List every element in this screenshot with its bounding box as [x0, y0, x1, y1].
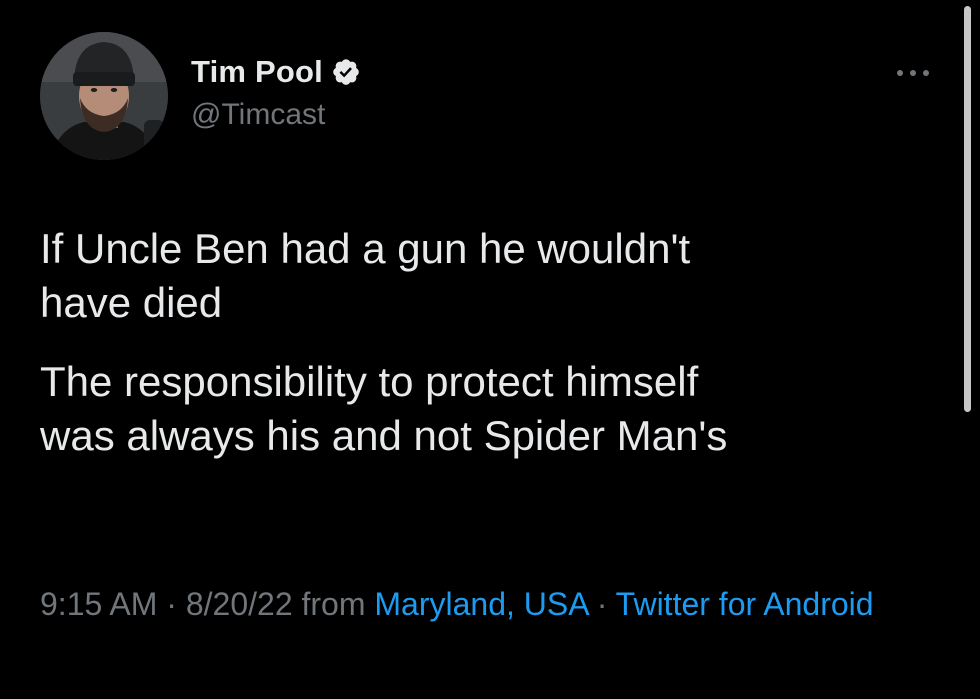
tweet-text: If Uncle Ben had a gun he wouldn't have …: [40, 222, 920, 488]
author-handle[interactable]: @Timcast: [191, 98, 325, 132]
tweet-date[interactable]: 8/20/22: [186, 586, 293, 622]
tweet-paragraph-2: The responsibility to protect himself wa…: [40, 358, 728, 459]
tweet-time[interactable]: 9:15 AM: [40, 586, 157, 622]
meta-from-text: from: [292, 586, 375, 622]
tweet: Tim Pool @Timcast If Uncle Ben had a gun…: [0, 0, 980, 699]
avatar-image: [40, 32, 168, 160]
verified-badge-icon: [331, 57, 361, 87]
more-horizontal-icon[interactable]: [888, 58, 938, 88]
tweet-location-link[interactable]: Maryland, USA: [374, 586, 587, 622]
author-display-name[interactable]: Tim Pool: [191, 54, 323, 90]
author-name-row[interactable]: Tim Pool: [191, 52, 361, 92]
avatar[interactable]: [40, 32, 168, 160]
tweet-client-link[interactable]: Twitter for Android: [616, 586, 874, 622]
tweet-meta: 9:15 AM · 8/20/22 from Maryland, USA · T…: [40, 578, 930, 630]
meta-separator: ·: [587, 586, 616, 622]
scrollbar[interactable]: [964, 6, 971, 412]
meta-separator: ·: [157, 586, 186, 622]
tweet-paragraph-1: If Uncle Ben had a gun he wouldn't have …: [40, 225, 691, 326]
